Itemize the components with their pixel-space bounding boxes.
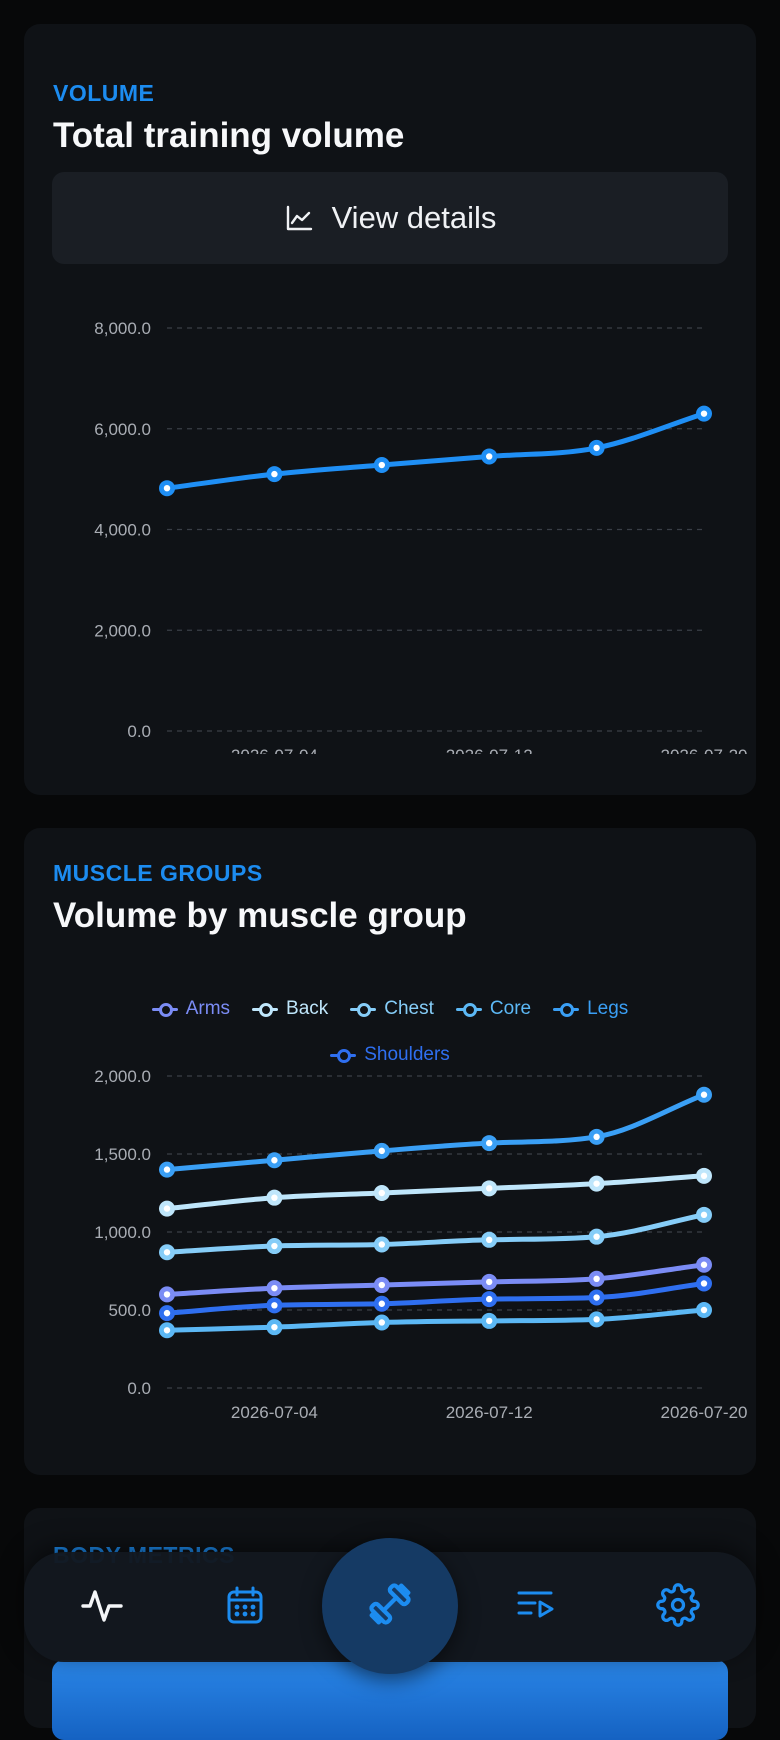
data-point (481, 1180, 498, 1197)
muscle-line-chart: 0.0500.01,000.01,500.02,000.02026-07-04 2… (94, 1067, 748, 1422)
data-point (373, 1295, 390, 1312)
series-back (159, 1167, 712, 1217)
data-point (481, 448, 498, 465)
data-point (266, 466, 283, 483)
data-point (696, 1086, 712, 1103)
series-line (164, 1092, 707, 1173)
data-point (696, 1302, 712, 1318)
data-point (373, 457, 390, 474)
data-point (159, 1322, 175, 1339)
data-point (588, 1228, 605, 1245)
x-tick-label: 2026-07-20 (661, 1403, 748, 1422)
data-point (266, 1238, 283, 1255)
data-point (588, 1128, 605, 1145)
data-point (159, 480, 175, 497)
series-line (164, 1262, 707, 1297)
nav-settings[interactable] (648, 1577, 708, 1637)
data-point (696, 1167, 712, 1184)
x-tick-label: 2026-07-12 (446, 1403, 533, 1422)
x-tick-label: 2026-07-04 (231, 1403, 318, 1422)
y-tick-label: 1,500.0 (94, 1145, 151, 1164)
data-point (373, 1142, 390, 1159)
data-point (159, 1286, 175, 1303)
line-chart-icon (284, 203, 314, 233)
data-point (588, 439, 605, 456)
series-series-0 (159, 405, 712, 497)
data-point (588, 1270, 605, 1287)
data-point (266, 1152, 283, 1169)
data-point (481, 1135, 498, 1152)
data-point (373, 1314, 390, 1331)
series-line (164, 1173, 707, 1212)
y-tick-label: 8,000.0 (94, 319, 151, 338)
data-point (159, 1200, 175, 1217)
bottom-nav (24, 1538, 756, 1674)
series-line (164, 1212, 707, 1255)
volume-card: VOLUME Total training volume View detail… (24, 24, 756, 795)
data-point (481, 1231, 498, 1248)
x-tick-label: 2026-07-20 (661, 746, 748, 754)
grid-lines (167, 327, 704, 732)
data-point (588, 1175, 605, 1192)
y-tick-label: 2,000.0 (94, 1067, 151, 1086)
data-point (696, 1206, 712, 1223)
nav-calendar[interactable] (215, 1577, 275, 1637)
x-tick-label: 2026-07-12 (446, 746, 533, 754)
nav-activity[interactable] (72, 1577, 132, 1637)
y-tick-label: 0.0 (127, 1379, 151, 1398)
y-tick-label: 6,000.0 (94, 420, 151, 439)
data-point (266, 1319, 283, 1336)
data-point (159, 1161, 175, 1178)
data-point (266, 1297, 283, 1314)
nav-workout[interactable] (322, 1538, 458, 1674)
data-point (696, 1256, 712, 1273)
volume-eyebrow: VOLUME (53, 80, 155, 106)
view-details-button[interactable]: View details (52, 172, 728, 264)
y-tick-label: 2,000.0 (94, 621, 151, 640)
x-axis-ticks: 2026-07-04 2026-07-12 2026-07-20 (231, 746, 748, 754)
playlist-icon (515, 1584, 557, 1631)
settings-gear-icon (656, 1582, 700, 1632)
data-point (588, 1311, 605, 1328)
y-axis-ticks: 0.0 500.0 1,000.0 1,500.0 2,000.0 (94, 1067, 151, 1398)
series-legs (159, 1086, 712, 1178)
data-point (481, 1273, 498, 1290)
y-tick-label: 500.0 (108, 1301, 151, 1320)
x-tick-label: 2026-07-04 (231, 746, 318, 754)
series-chest (159, 1206, 712, 1261)
data-point (696, 1275, 712, 1292)
view-details-label: View details (331, 200, 497, 235)
y-tick-label: 0.0 (127, 722, 151, 741)
data-point (159, 1244, 175, 1261)
dumbbell-icon (359, 1573, 421, 1640)
data-point (159, 1305, 175, 1322)
calendar-icon (224, 1584, 266, 1631)
data-point (373, 1236, 390, 1253)
volume-title: Total training volume (53, 116, 405, 155)
y-tick-label: 1,000.0 (94, 1223, 151, 1242)
data-point (373, 1277, 390, 1294)
nav-playlist[interactable] (506, 1577, 566, 1637)
y-axis-ticks: 0.0 2,000.0 4,000.0 6,000.0 8,000.0 (94, 319, 151, 741)
data-point (266, 1189, 283, 1206)
data-point (588, 1289, 605, 1306)
data-point (696, 405, 712, 422)
volume-line-chart: 0.0 2,000.0 4,000.0 6,000.0 8,000.0 2026-07-0… (94, 319, 748, 754)
x-axis-ticks: 2026-07-04 2026-07-12 2026-07-20 (231, 1403, 748, 1422)
data-point (481, 1312, 498, 1329)
series-line (164, 1307, 707, 1333)
muscle-groups-card: MUSCLE GROUPS Volume by muscle group Arm… (24, 828, 756, 1475)
data-point (266, 1280, 283, 1297)
data-point (481, 1291, 498, 1308)
y-tick-label: 4,000.0 (94, 521, 151, 540)
series-line (164, 411, 707, 491)
data-point (373, 1185, 390, 1201)
activity-icon (80, 1583, 124, 1632)
